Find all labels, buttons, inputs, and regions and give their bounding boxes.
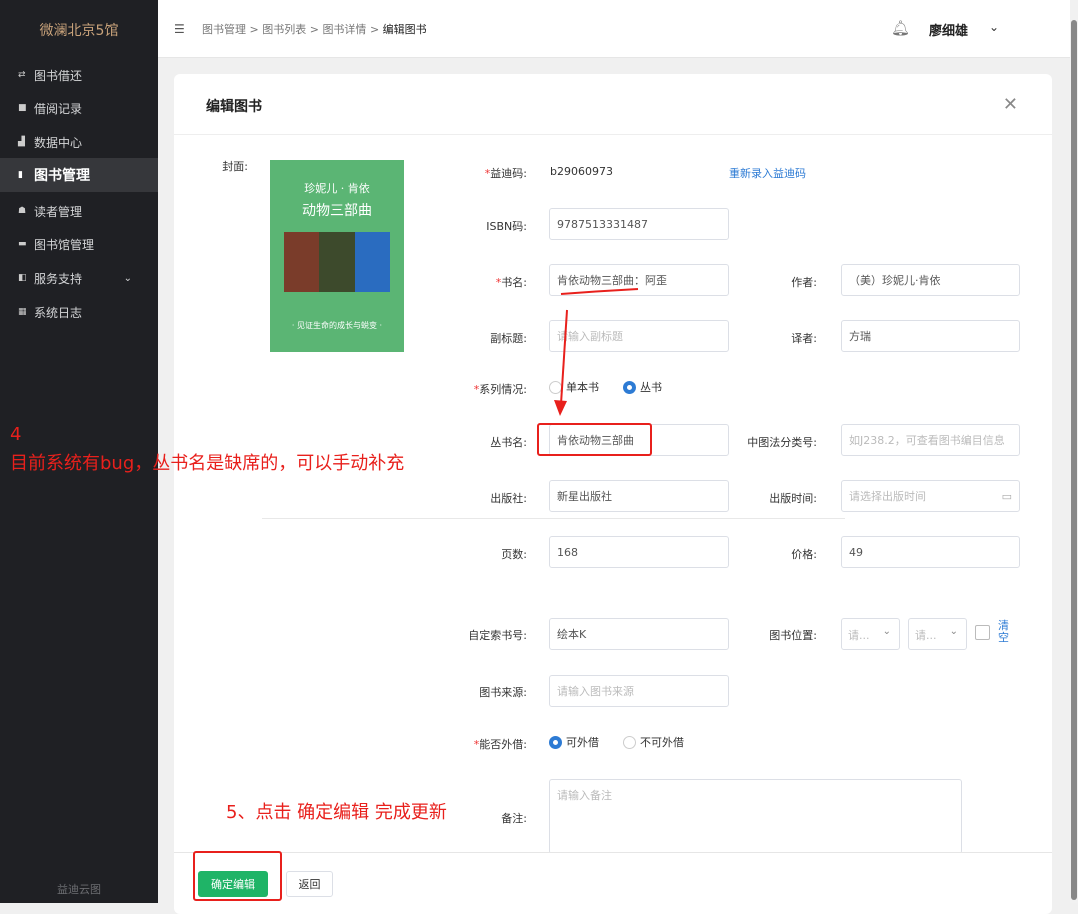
annotation-arrow	[554, 288, 639, 416]
